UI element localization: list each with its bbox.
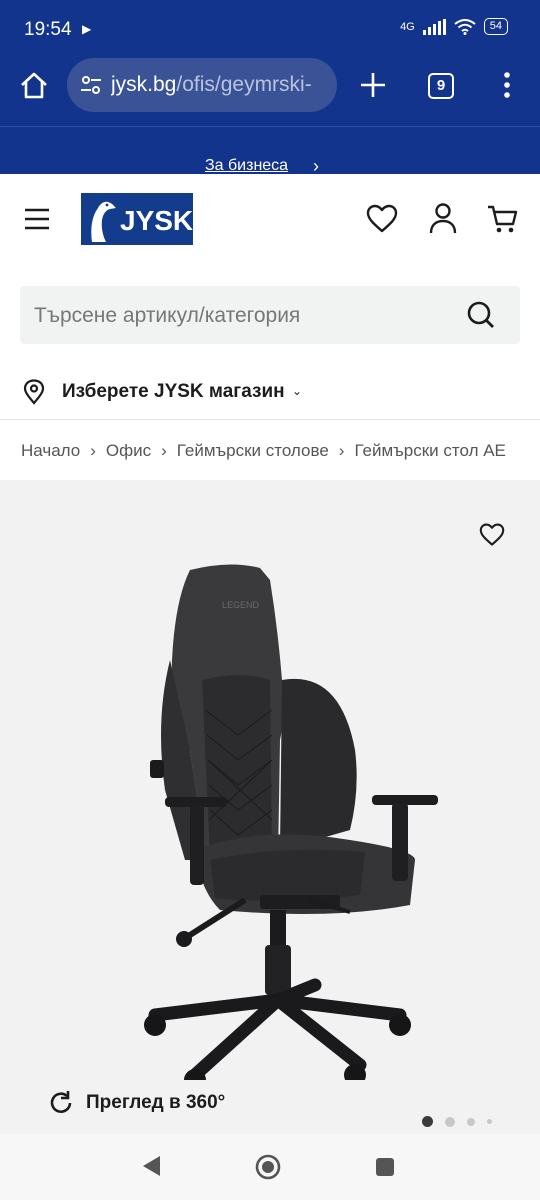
pagination-dot[interactable] [467,1117,475,1126]
search-icon[interactable] [466,300,496,330]
search-bar[interactable]: Търсене артикул/категория [20,286,520,344]
add-to-wishlist-heart-icon[interactable] [479,523,505,547]
breadcrumb-separator-icon: › [338,441,345,460]
breadcrumb: Начало › Офис › Геймърски столове › Геймърски … [21,441,540,461]
chevron-down-icon[interactable]: ⌄ [292,384,302,398]
chair-brand-text: LEGEND [222,600,260,610]
back-icon[interactable] [140,1154,162,1178]
business-link[interactable]: За бизнеса [205,157,288,175]
battery-icon: 54 [483,18,508,35]
breadcrumb-separator-icon: › [161,441,167,460]
tab-switcher-button[interactable]: 9 [428,73,454,99]
url-path: /ofis/geymrski- [176,73,312,96]
home-circle-icon[interactable] [255,1154,281,1180]
view-360-button[interactable]: Преглед в 360° [48,1090,225,1116]
signal-icon [422,18,446,35]
media-play-icon: ▶ [82,22,92,36]
breadcrumb-item-home[interactable]: Начало [21,441,80,461]
url-text[interactable]: jysk.bg/ofis/geymrski- [111,73,327,97]
store-selector-label[interactable]: Изберете JYSK магазин [62,381,285,403]
pagination-dot[interactable] [422,1116,433,1127]
product-image-gaming-chair[interactable]: LEGEND [110,560,450,1080]
jysk-logo[interactable]: JYSK [81,193,193,245]
site-settings-icon[interactable] [79,73,103,97]
new-tab-icon[interactable] [358,70,388,100]
breadcrumb-item-gaming-chairs[interactable]: Геймърски столове [177,441,329,461]
breadcrumb-item-current: Геймърски стол AE [354,441,506,460]
pagination-dot[interactable] [487,1119,492,1124]
product-gallery[interactable]: LEGEND Преглед в 360° [0,480,540,1134]
home-icon[interactable] [18,70,50,102]
user-account-icon[interactable] [428,202,458,234]
status-time: 19:54 [24,19,72,40]
recent-apps-icon[interactable] [376,1158,394,1176]
view-360-label: Преглед в 360° [86,1092,226,1113]
battery-level: 54 [489,20,502,32]
site-header: JYSK [0,174,540,274]
jysk-bird-icon [91,201,116,242]
breadcrumb-separator-icon: › [90,441,96,460]
business-banner: За бизнеса › [0,126,540,176]
store-selector[interactable]: Изберете JYSK магазин ⌄ [0,364,540,420]
wifi-icon [454,18,476,35]
url-host: jysk.bg [111,73,177,96]
pagination-dot[interactable] [445,1116,455,1127]
status-bar: 19:54 ▶ 4G 54 [0,0,540,58]
breadcrumb-item-office[interactable]: Офис [106,441,151,461]
address-bar[interactable]: jysk.bg/ofis/geymrski- [67,58,337,112]
hamburger-menu-icon[interactable] [24,208,50,230]
location-pin-icon [23,379,45,405]
wishlist-heart-icon[interactable] [366,204,398,234]
network-type: 4G [400,20,415,33]
search-input[interactable]: Търсене артикул/категория [34,304,300,328]
shopping-cart-icon[interactable] [487,204,519,234]
more-options-icon[interactable] [494,70,520,100]
gallery-pagination[interactable] [422,1116,492,1127]
browser-toolbar: jysk.bg/ofis/geymrski- 9 [0,58,540,126]
system-navigation-bar [0,1134,540,1200]
logo-text: JYSK [120,205,194,236]
rotate-icon [50,1091,72,1113]
